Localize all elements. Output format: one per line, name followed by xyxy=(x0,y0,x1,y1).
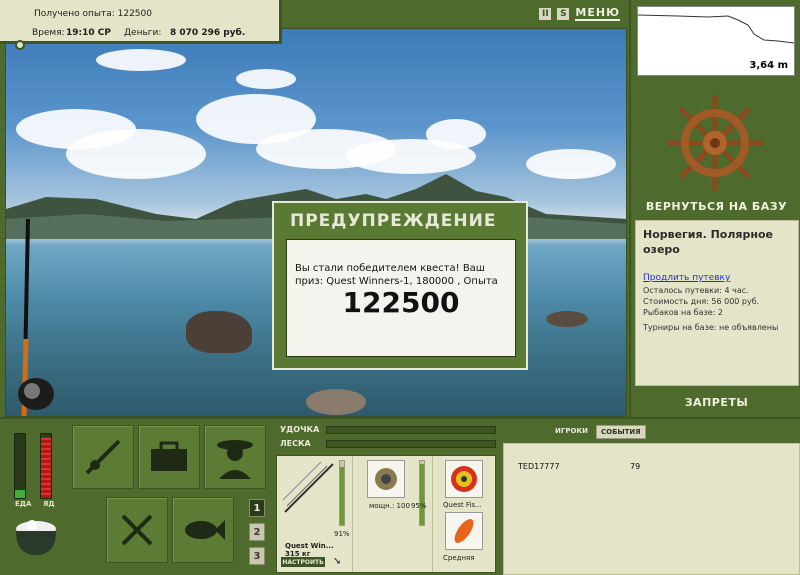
lure-name: Средняя xyxy=(443,554,475,562)
experience-label: Получено опыта: 122500 xyxy=(34,9,152,19)
info-line: Рыбаков на базе: 2 xyxy=(643,308,723,317)
rod-label: УДОЧКА xyxy=(280,425,320,434)
food-slot[interactable] xyxy=(106,497,168,563)
line-name: Quest Fis... xyxy=(443,501,482,509)
reel-power: мощн.: 100 xyxy=(369,502,410,510)
money-value: 8 070 296 руб. xyxy=(170,28,246,38)
line-label: ЛЕСКА xyxy=(280,439,311,448)
food-meter xyxy=(14,433,26,499)
line-spool-icon xyxy=(445,460,483,498)
page-button-2[interactable]: 2 xyxy=(249,523,265,541)
fish-slot[interactable] xyxy=(172,497,234,563)
rod-slot[interactable] xyxy=(72,425,134,489)
fork-knife-icon xyxy=(121,514,153,546)
info-line: Турниры на базе: не объявлены xyxy=(643,323,779,332)
experience-value: 122500 xyxy=(117,9,152,19)
rod-strength-bar xyxy=(326,426,496,434)
food-label: ЕДА xyxy=(15,500,32,508)
page-button-1[interactable]: 1 xyxy=(249,499,265,517)
pause-button[interactable]: II xyxy=(539,7,552,20)
reel-cell[interactable]: мощн.: 100 95% xyxy=(353,456,433,572)
ship-wheel-icon[interactable] xyxy=(666,94,764,192)
sound-button[interactable]: S xyxy=(557,7,570,20)
reel-condition-bar xyxy=(419,460,425,526)
money-label: Деньги: xyxy=(124,28,162,38)
location-title: Норвегия. Полярное озеро xyxy=(643,228,773,256)
depth-graph: 3,64 m xyxy=(637,6,795,76)
setup-button[interactable]: НАСТРОИТЬ xyxy=(281,557,325,567)
rod-percent: 91% xyxy=(334,530,350,538)
anchor-icon[interactable] xyxy=(15,40,25,50)
line-cell[interactable]: Quest Fis... Средняя xyxy=(433,456,497,572)
dialog-title: ПРЕДУПРЕЖДЕНИЕ xyxy=(290,211,497,231)
players-list: TED17777 79 xyxy=(503,443,800,575)
arrow-icon[interactable]: ➘ xyxy=(333,556,341,567)
tackle-header: УДОЧКА ЛЕСКА xyxy=(280,425,496,457)
bottom-panel: ЕДА ЯД 1 2 3 УДОЧКА ЛЕСКА 91% Quest Win.… xyxy=(0,417,800,575)
fisherman-icon xyxy=(217,440,253,479)
info-line: Стоимость дня: 56 000 руб. xyxy=(643,297,760,306)
warning-dialog[interactable]: ПРЕДУПРЕЖДЕНИЕ Вы стали победителем квес… xyxy=(272,201,528,370)
tackle-box-icon xyxy=(151,441,187,471)
menu-button[interactable]: МЕНЮ xyxy=(575,6,620,21)
line-strength-bar xyxy=(326,440,496,448)
poison-label: ЯД xyxy=(43,500,55,508)
dialog-message: Вы стали победителем квеста! Ваш приз: Q… xyxy=(295,263,498,287)
cauldron-icon[interactable] xyxy=(12,515,60,557)
extend-trip-link[interactable]: Продлить путевку xyxy=(643,273,791,283)
bans-button[interactable]: ЗАПРЕТЫ xyxy=(631,396,800,409)
reel-icon xyxy=(367,460,405,498)
poison-meter xyxy=(40,433,52,499)
dialog-amount: 122500 xyxy=(342,286,460,319)
player-name: TED17777 xyxy=(518,462,560,471)
player-value: 79 xyxy=(630,462,641,471)
rod-image-icon xyxy=(282,461,334,513)
lure-icon xyxy=(445,512,483,550)
players-panel: ИГРОКИ СОБЫТИЯ TED17777 79 xyxy=(503,425,800,575)
location-info-panel: Норвегия. Полярное озеро Продлить путевк… xyxy=(635,220,799,386)
tab-players[interactable]: ИГРОКИ xyxy=(551,425,592,439)
reel-percent: 95% xyxy=(411,502,427,510)
tackle-panel: 91% Quest Win... 315 кг НАСТРОИТЬ ➘ мощн… xyxy=(276,455,496,573)
tab-events[interactable]: СОБЫТИЯ xyxy=(595,425,646,439)
top-toolbar: II S МЕНЮ xyxy=(539,6,620,21)
time-label: Время: xyxy=(32,28,65,38)
tackle-box-slot[interactable] xyxy=(138,425,200,489)
dialog-body: Вы стали победителем квеста! Ваш приз: Q… xyxy=(286,239,516,357)
depth-value: 3,64 m xyxy=(749,60,788,71)
rod-condition-bar xyxy=(339,460,345,526)
status-panel: Получено опыта: 122500 Время: 19:10 СР Д… xyxy=(0,0,282,50)
info-line: Осталось путевки: 4 час. xyxy=(643,286,749,295)
fisherman-slot[interactable] xyxy=(204,425,266,489)
rod-name: Quest Win... xyxy=(285,542,334,550)
fish-icon xyxy=(185,520,225,540)
rod-icon xyxy=(85,439,121,475)
return-to-base-button[interactable]: ВЕРНУТЬСЯ НА БАЗУ xyxy=(631,200,800,213)
right-sidebar: 3,64 m ВЕРНУТЬСЯ НА БАЗУ Норвегия. Поляр… xyxy=(629,0,800,417)
time-value: 19:10 СР xyxy=(66,28,111,38)
rod-cell[interactable]: 91% Quest Win... 315 кг НАСТРОИТЬ ➘ xyxy=(277,456,353,572)
page-button-3[interactable]: 3 xyxy=(249,547,265,565)
